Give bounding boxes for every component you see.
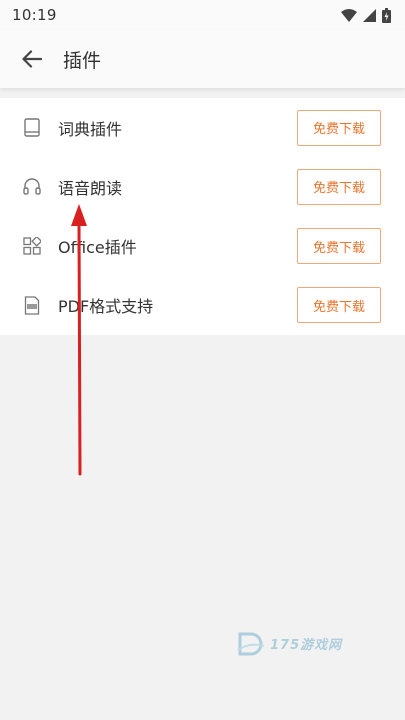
- page-title: 插件: [63, 49, 102, 72]
- status-icons: [341, 7, 391, 23]
- free-download-button[interactable]: 免费下载: [297, 109, 381, 146]
- plugin-name: PDF格式支持: [58, 297, 154, 317]
- plugin-name: 语音朗读: [58, 178, 123, 198]
- free-download-button[interactable]: 免费下载: [297, 287, 381, 324]
- plugin-name: 词典插件: [58, 119, 123, 139]
- book-icon: [22, 118, 42, 138]
- plugin-row-office: Office插件 免费下载: [0, 217, 405, 276]
- status-bar: 10:19: [0, 0, 405, 30]
- free-download-button[interactable]: 免费下载: [297, 168, 381, 205]
- back-button[interactable]: [18, 45, 46, 73]
- plugin-row-dictionary: 词典插件 免费下载: [0, 98, 405, 157]
- pdf-icon: [22, 295, 42, 315]
- grid-icon: [22, 236, 42, 256]
- watermark: 175游戏网: [236, 628, 342, 658]
- back-arrow-icon: [22, 50, 42, 68]
- plugin-list: 词典插件 免费下载 语音朗读 免费下载 Office插件 免费下载 PDF格式支…: [0, 98, 405, 335]
- free-download-button[interactable]: 免费下载: [297, 228, 381, 265]
- battery-icon: [382, 7, 391, 23]
- signal-icon: [363, 8, 376, 22]
- watermark-logo-icon: [237, 632, 265, 656]
- watermark-text: 175游戏网: [270, 637, 343, 653]
- plugin-name: Office插件: [58, 238, 137, 258]
- plugin-row-pdf: PDF格式支持 免费下载: [0, 276, 405, 335]
- status-time: 10:19: [12, 6, 57, 24]
- wifi-icon: [341, 8, 357, 22]
- headphones-icon: [22, 177, 42, 197]
- plugin-row-voice-reading: 语音朗读 免费下载: [0, 157, 405, 216]
- app-bar: 插件: [0, 30, 405, 88]
